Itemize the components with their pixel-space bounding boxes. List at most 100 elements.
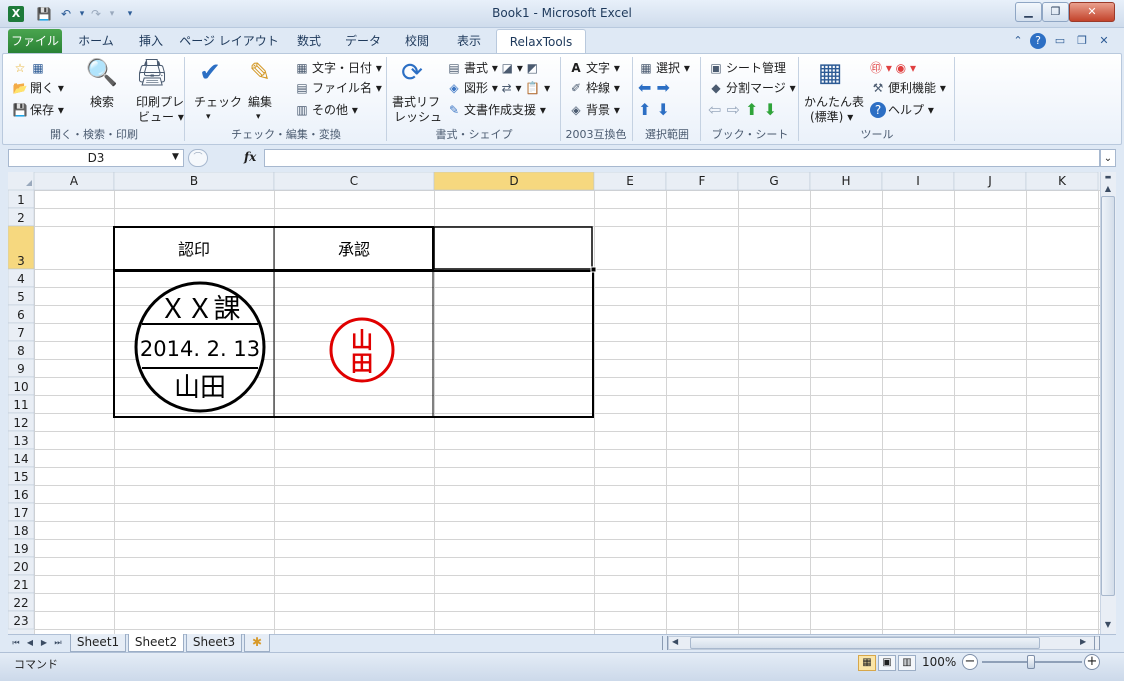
tab-home[interactable]: ホーム <box>68 29 124 53</box>
name-box[interactable]: D3 <box>8 149 184 167</box>
arrange-icon[interactable]: ⇄ <box>502 81 512 95</box>
other-icon: ▥ <box>296 103 308 117</box>
border-color-button[interactable]: ✐ 枠線 ▾ <box>568 80 620 96</box>
select-button[interactable]: ▦ 選択 ▾ <box>638 60 690 76</box>
calendar-icon: ▦ <box>296 61 308 75</box>
clipboard-icon[interactable]: 📋 <box>525 81 540 95</box>
zoom-level[interactable]: 100% <box>922 655 956 669</box>
other-button[interactable]: ▥ その他 ▾ <box>294 102 358 118</box>
shape-size-icon[interactable]: ◩ <box>527 61 538 75</box>
column-label-f: F <box>699 174 706 188</box>
font-color-icon: A <box>571 61 581 75</box>
sheet-tab-sheet1[interactable]: Sheet1 <box>70 634 126 652</box>
doc-restore-icon[interactable]: ❐ <box>1074 33 1090 49</box>
split-box-icon[interactable]: ▬ <box>1101 173 1115 181</box>
page-layout-view-icon[interactable]: ▣ <box>878 655 896 671</box>
save-button[interactable]: 💾 保存 ▾ <box>12 102 64 118</box>
column-label-c: C <box>350 174 358 188</box>
text-date-button[interactable]: ▦ 文字・日付 ▾ <box>294 60 382 76</box>
zoom-slider-thumb[interactable] <box>1027 655 1035 669</box>
help-menu-button[interactable]: ? ヘルプ ▾ <box>870 102 934 118</box>
next-sheet-icon[interactable]: ▶ <box>38 636 50 650</box>
sheet-tab-sheet2[interactable]: Sheet2 <box>128 634 184 652</box>
sheet-tab-sheet3[interactable]: Sheet3 <box>186 634 242 652</box>
tab-file[interactable]: ファイル <box>8 29 62 53</box>
dated-stamp[interactable]: ＸＸ課 2014. 2. 13 山田 <box>134 281 266 413</box>
doc-close-icon[interactable]: ✕ <box>1096 33 1112 49</box>
check-dropdown-icon[interactable]: ▾ <box>206 109 211 125</box>
name-box-dropdown-icon[interactable]: ▼ <box>172 152 179 162</box>
first-sheet-icon[interactable]: ⏮ <box>10 636 22 650</box>
hsplit-box-icon[interactable] <box>1094 636 1100 650</box>
tab-formulas[interactable]: 数式 <box>284 29 334 53</box>
tab-review[interactable]: 校閲 <box>392 29 442 53</box>
row-label-3: 3 <box>17 254 25 268</box>
insert-function-button[interactable]: fx <box>244 150 256 164</box>
scroll-down-icon[interactable]: ▼ <box>1101 620 1115 630</box>
print-preview-button[interactable]: 印刷プレ <box>136 94 184 110</box>
function-wizard-collapse-icon[interactable]: ⌒ <box>188 149 208 167</box>
useful-functions-button[interactable]: ⚒ 便利機能 ▾ <box>870 80 946 96</box>
shape-button[interactable]: ◈ 図形 ▾ ⇄ ▾ 📋 ▾ <box>446 80 550 96</box>
move-up-down-icons[interactable]: ⬆ ⬇ <box>638 102 670 118</box>
vertical-scroll-thumb[interactable] <box>1101 196 1115 596</box>
prev-sheet-icon[interactable]: ◀ <box>24 636 36 650</box>
minimize-button[interactable]: ▁ <box>1015 2 1042 22</box>
red-seal-stamp[interactable]: 山 田 <box>329 317 395 383</box>
stamp-tool-icons[interactable]: ㊞ ▾ ◉ ▾ <box>870 60 916 76</box>
selected-cell-d3[interactable] <box>433 226 593 270</box>
format-painter-icon[interactable]: ◪ <box>502 61 513 75</box>
print-preview-icon: 🖨 <box>135 58 169 88</box>
table-icon: ▦ <box>817 58 843 88</box>
normal-view-icon[interactable]: ▦ <box>858 655 876 671</box>
group-label-format-shape: 書式・シェイプ <box>435 128 513 141</box>
scroll-left-icon[interactable]: ◀ <box>672 637 678 646</box>
new-button[interactable]: ☆ ▦ <box>12 60 48 76</box>
help-icon[interactable]: ? <box>1030 33 1046 49</box>
doc-minimize-icon[interactable]: ▭ <box>1052 33 1068 49</box>
row-label-23: 23 <box>13 614 28 628</box>
split-merge-button[interactable]: ◆ 分割マージ ▾ <box>708 80 795 96</box>
scroll-up-icon[interactable]: ▲ <box>1101 184 1115 194</box>
worksheet-grid[interactable]: A B C D E F G H I J K 1 2 3 4 5 6 7 8 9 10 11 12 13 14 15 16 17 18 19… <box>8 172 1100 634</box>
fill-handle[interactable] <box>590 266 597 273</box>
row-label-11: 11 <box>13 398 28 412</box>
bg-color-button[interactable]: ◈ 背景 ▾ <box>568 102 619 118</box>
edit-dropdown-icon[interactable]: ▾ <box>256 109 261 125</box>
zoom-out-button[interactable]: − <box>962 654 978 670</box>
header-approval: 承認 <box>338 240 370 259</box>
grid-canvas[interactable]: A B C D E F G H I J K12345678910111213141516171819… <box>8 172 1100 634</box>
move-left-right-icons[interactable]: ⬅ ➡ <box>638 80 670 96</box>
search-button[interactable]: 検索 <box>90 94 114 110</box>
zoom-in-button[interactable]: + <box>1084 654 1100 670</box>
open-button[interactable]: 📂 開く ▾ <box>12 80 64 96</box>
edit-button[interactable]: 編集 <box>248 94 272 110</box>
tab-insert[interactable]: 挿入 <box>126 29 176 53</box>
page-break-view-icon[interactable]: ▥ <box>898 655 916 671</box>
check-button[interactable]: チェック <box>194 94 242 110</box>
row-label-2: 2 <box>17 211 25 225</box>
format-button[interactable]: ▤ 書式 ▾ ◪ ▾ ◩ <box>446 60 538 76</box>
text-color-button[interactable]: A 文字 ▾ <box>568 60 620 76</box>
tab-relaxtools[interactable]: RelaxTools <box>496 29 586 54</box>
column-label-e: E <box>626 174 634 188</box>
sheet-navigation-icons[interactable]: ⇦ ⇨ ⬆ ⬇ <box>708 102 777 118</box>
format-refresh-button[interactable]: 書式リフ <box>392 94 440 110</box>
ribbon-collapse-icon[interactable]: ⌃ <box>1010 33 1026 49</box>
formula-input[interactable] <box>264 149 1100 167</box>
sheet-manager-button[interactable]: ▣ シート管理 <box>708 60 786 76</box>
scroll-right-icon[interactable]: ▶ <box>1080 637 1086 646</box>
formula-bar-expand-icon[interactable]: ⌄ <box>1100 149 1116 167</box>
filename-button[interactable]: ▤ ファイル名 ▾ <box>294 80 382 96</box>
easy-table-button[interactable]: かんたん表 <box>804 94 864 110</box>
insert-sheet-icon[interactable]: ✱ <box>244 634 270 652</box>
last-sheet-icon[interactable]: ⏭ <box>52 636 64 650</box>
tab-page-layout[interactable]: ページ レイアウト <box>178 29 280 53</box>
doc-support-button[interactable]: ✎ 文書作成支援 ▾ <box>446 102 546 118</box>
close-button[interactable]: ✕ <box>1069 2 1115 22</box>
maximize-button[interactable]: ❐ <box>1042 2 1069 22</box>
tab-view[interactable]: 表示 <box>444 29 494 53</box>
horizontal-scroll-thumb[interactable] <box>690 637 1040 649</box>
group-label-check-edit: チェック・編集・変換 <box>231 128 341 141</box>
tab-data[interactable]: データ <box>336 29 390 53</box>
